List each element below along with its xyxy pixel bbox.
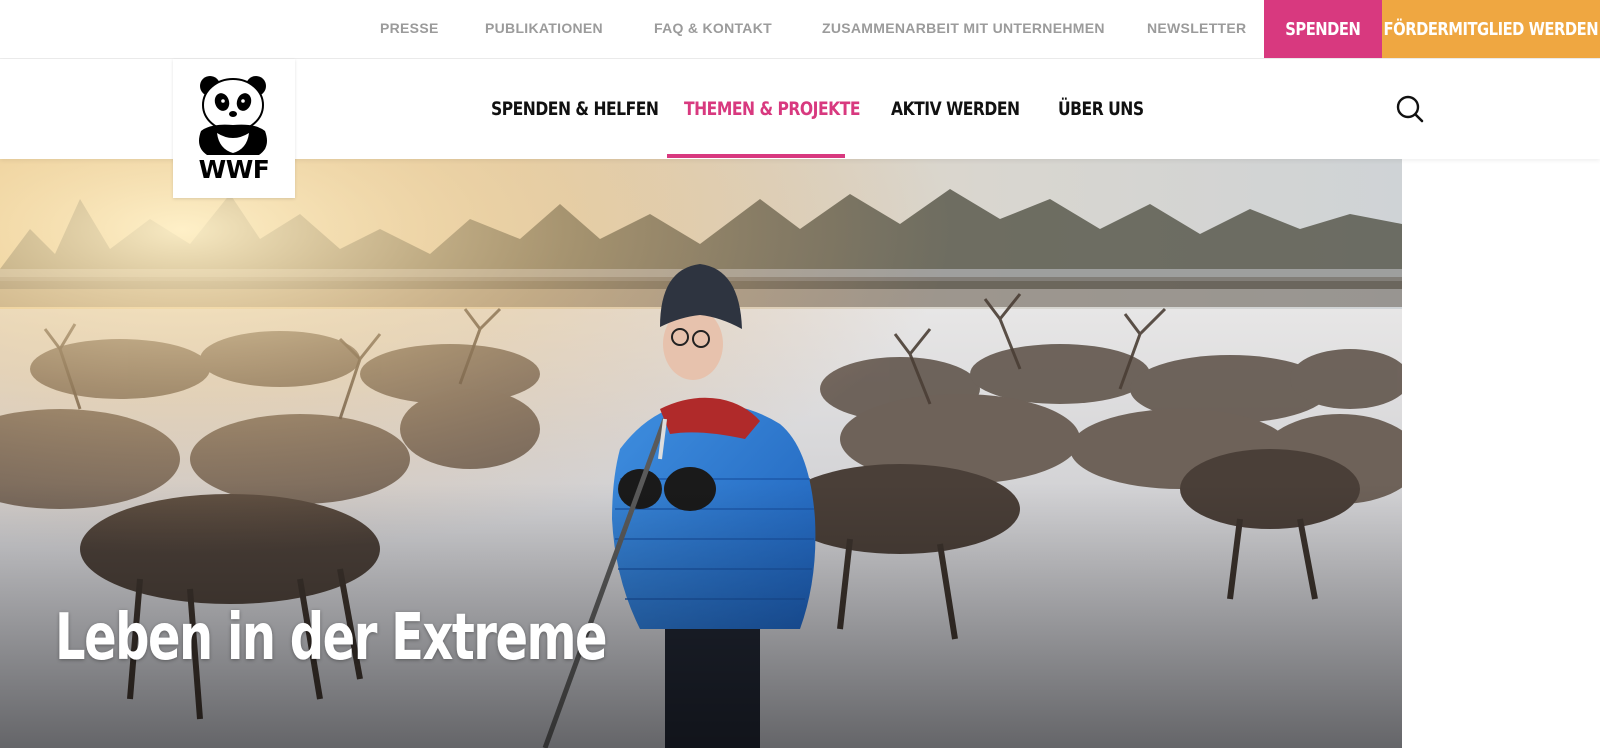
- logo-text: WWF: [198, 155, 270, 184]
- hero-banner: Leben in der Extreme: [0, 159, 1402, 748]
- nav-item-label: SPENDEN & HELFEN: [491, 98, 659, 120]
- become-member-button-label: FÖRDERMITGLIED WERDEN: [1383, 18, 1599, 40]
- toplink-faq-kontakt[interactable]: FAQ & KONTAKT: [654, 20, 772, 36]
- become-member-button[interactable]: FÖRDERMITGLIED WERDEN: [1382, 0, 1600, 58]
- active-nav-underline: [667, 154, 845, 158]
- nav-item-label: AKTIV WERDEN: [891, 98, 1020, 120]
- toplink-publikationen[interactable]: PUBLIKATIONEN: [485, 20, 603, 36]
- nav-item-spenden-helfen[interactable]: SPENDEN & HELFEN: [491, 59, 695, 159]
- donate-button-label: SPENDEN: [1285, 18, 1361, 40]
- nav-item-ueber-uns[interactable]: ÜBER UNS: [1058, 59, 1162, 159]
- toplink-newsletter[interactable]: NEWSLETTER: [1147, 20, 1246, 36]
- toplink-presse[interactable]: PRESSE: [380, 20, 439, 36]
- nav-item-aktiv-werden[interactable]: AKTIV WERDEN: [891, 59, 1048, 159]
- donate-button[interactable]: SPENDEN: [1264, 0, 1382, 58]
- panda-logo-icon: [199, 76, 267, 155]
- top-utility-bar: PRESSE PUBLIKATIONEN FAQ & KONTAKT ZUSAM…: [0, 0, 1600, 59]
- nav-item-label: THEMEN & PROJEKTE: [684, 98, 861, 120]
- search-icon[interactable]: [1394, 93, 1426, 125]
- toplink-zusammenarbeit[interactable]: ZUSAMMENARBEIT MIT UNTERNEHMEN: [822, 20, 1105, 36]
- nav-item-label: ÜBER UNS: [1058, 98, 1144, 120]
- nav-item-themen-projekte[interactable]: THEMEN & PROJEKTE: [684, 59, 899, 159]
- hero-title: Leben in der Extreme: [55, 601, 608, 675]
- wwf-logo[interactable]: WWF: [173, 59, 295, 198]
